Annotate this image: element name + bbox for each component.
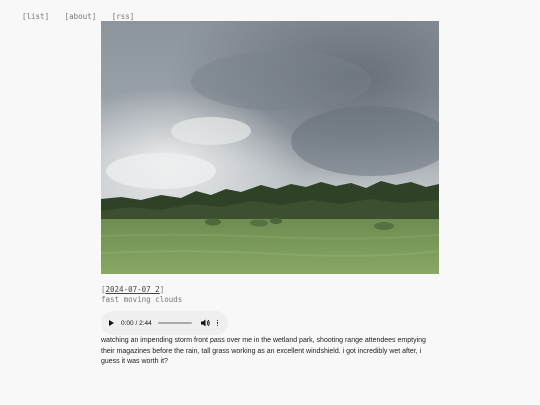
post-title: fast moving clouds [101, 295, 183, 304]
more-options-icon[interactable] [216, 319, 219, 327]
post-meta: [2024-07-07_2] fast moving clouds [101, 285, 182, 305]
nav-link-list[interactable]: [list] [22, 12, 49, 21]
play-icon[interactable] [109, 320, 114, 326]
audio-seek-bar[interactable] [157, 322, 192, 324]
volume-icon[interactable] [200, 319, 210, 327]
nav-link-rss[interactable]: [rss] [112, 12, 135, 21]
top-nav: [list] [about] [rss] [22, 12, 145, 21]
audio-time: 0:00 / 2:44 [121, 319, 152, 327]
post-description: watching an impending storm front pass o… [101, 337, 426, 365]
post-photo [101, 21, 439, 274]
audio-player[interactable]: 0:00 / 2:44 [101, 311, 228, 335]
nav-link-about[interactable]: [about] [65, 12, 97, 21]
post-date-link[interactable]: 2024-07-07_2 [106, 285, 160, 294]
date-bracket-close: ] [159, 285, 165, 294]
post-date-line: [2024-07-07_2] [101, 285, 182, 295]
